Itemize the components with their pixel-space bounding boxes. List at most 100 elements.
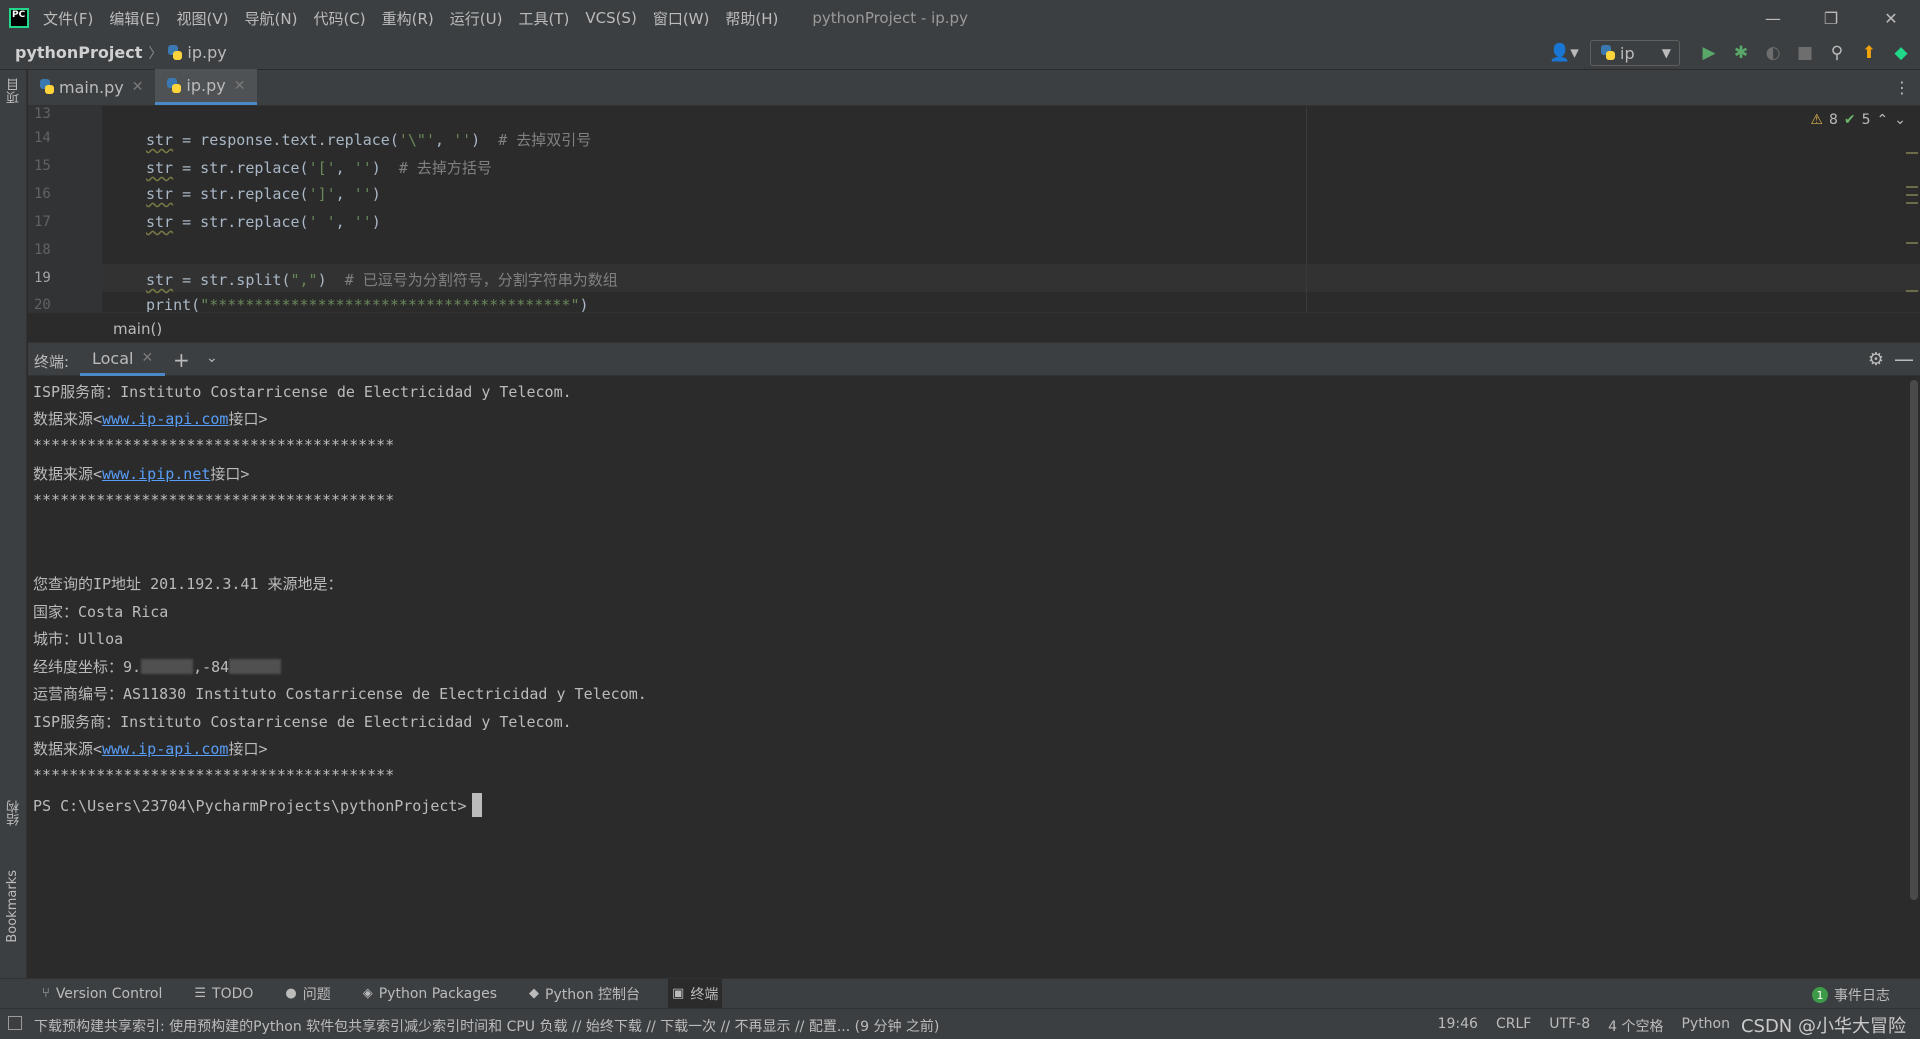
caret-position[interactable]: 19:46 [1438,1016,1478,1036]
code-text: , [435,131,454,149]
indent-setting[interactable]: 4 个空格 [1608,1016,1663,1036]
event-log-button[interactable]: 1 事件日志 [1812,985,1890,1005]
tool-tab-label: TODO [212,985,254,1002]
code-string: '' [353,185,372,203]
code-text: print( [146,296,201,312]
status-message[interactable]: 下载预构建共享索引: 使用预构建的Python 软件包共享索引减少索引时间和 C… [34,1016,939,1036]
interpreter[interactable]: Python [1681,1016,1730,1036]
menu-window[interactable]: 窗口(W) [653,8,710,29]
terminal-prompt-line[interactable]: PS C:\Users\23704\PycharmProjects\python… [33,793,483,817]
chevron-down-icon[interactable]: ⌄ [206,350,218,366]
line-separator[interactable]: CRLF [1496,1016,1531,1036]
tool-window-bar: ⑂ Version Control ☰ TODO ● 问题 ◈ Python Packa… [0,978,1920,1009]
run-configuration-select[interactable]: ip ▼ [1590,40,1680,66]
event-count-badge: 1 [1812,987,1828,1003]
scroll-marker [1906,194,1918,196]
terminal-line: 城市：Ulloa [33,630,124,648]
menu-edit[interactable]: 编辑(E) [109,8,160,29]
code-text: ) [471,131,499,149]
ipip-link[interactable]: www.ipip.net [102,465,210,483]
restore-icon[interactable]: ❐ [1802,0,1860,36]
project-tool-label[interactable]: 项目 [5,78,24,104]
menu-run[interactable]: 运行(U) [450,8,503,29]
warning-count: 8 [1828,112,1838,128]
menu-refactor[interactable]: 重构(R) [382,8,434,29]
menu-help[interactable]: 帮助(H) [725,8,778,29]
close-tab-icon[interactable]: ✕ [132,79,144,95]
tab-label: ip.py [186,76,226,95]
window-title: pythonProject - ip.py [812,9,968,27]
code-string: '' [453,131,472,149]
code-text: ) [371,213,381,231]
close-icon[interactable]: ✕ [1862,0,1920,36]
bookmarks-tool-label[interactable]: Bookmarks [5,870,20,943]
terminal-output[interactable]: ISP服务商：Instituto Costarricense de Electr… [28,376,1920,977]
code-string: "," [290,271,318,289]
file-encoding[interactable]: UTF-8 [1549,1016,1590,1036]
redacted-block [229,659,282,674]
code-line-19: str = str.split(",") # 已逗号为分割符号，分割字符串为数组 [146,269,618,290]
event-log-label: 事件日志 [1834,988,1890,1004]
tool-tab-python-console[interactable]: ◆ Python 控制台 [525,979,644,1009]
terminal-line: **************************************** [33,436,395,454]
terminal-line: 数据来源<www.ip-api.com接口> [33,408,268,429]
line-number: 14 [34,130,51,146]
code-text: , [335,159,354,177]
menu-code[interactable]: 代码(C) [313,8,365,29]
code-comment: # 去掉方括号 [398,159,492,177]
line-number: 17 [34,214,51,230]
chevron-down-icon[interactable]: ⌄ [1894,112,1906,128]
tool-tab-todo[interactable]: ☰ TODO [190,979,257,1009]
breadcrumb-project[interactable]: pythonProject [15,43,142,62]
editor-scroll-markers[interactable] [1906,106,1920,312]
terminal-icon: ▣ [672,986,685,1001]
menu-navigate[interactable]: 导航(N) [245,8,298,29]
terminal-tab-local[interactable]: Local ✕ [80,343,166,376]
search-icon[interactable]: ⚲ [1824,40,1850,66]
tool-tab-python-packages[interactable]: ◈ Python Packages [359,979,501,1009]
code-var: str [146,159,174,177]
terminal-text: 数据来源< [33,740,103,758]
line-number: 13 [34,106,51,122]
close-tab-icon[interactable]: ✕ [234,78,246,94]
structure-tool-label[interactable]: 结构 [5,800,24,826]
line-number: 20 [34,297,51,312]
code-text: = response.text.replace( [173,131,399,149]
menu-file[interactable]: 文件(F) [43,8,93,29]
toggle-tool-windows-icon[interactable] [8,1016,22,1030]
close-tab-icon[interactable]: ✕ [141,350,153,366]
function-breadcrumb[interactable]: main() [113,320,162,338]
code-editor[interactable]: 13 14 str = response.text.replace('\"', … [28,106,1920,312]
ip-api-link[interactable]: www.ip-api.com [102,740,228,758]
tab-ip-py[interactable]: ip.py ✕ [155,69,258,105]
terminal-scrollbar[interactable] [1910,380,1918,900]
tool-tab-version-control[interactable]: ⑂ Version Control [38,979,166,1009]
tool-tab-terminal[interactable]: ▣ 终端 [668,978,723,1009]
debug-icon[interactable]: ✱ [1728,40,1754,66]
tool-tab-problems[interactable]: ● 问题 [281,979,334,1009]
gear-icon[interactable]: ⚙ [1868,349,1884,370]
menu-tools[interactable]: 工具(T) [518,8,569,29]
menu-view[interactable]: 视图(V) [177,8,229,29]
status-bar: 下载预构建共享索引: 使用预构建的Python 软件包共享索引减少索引时间和 C… [0,1008,1920,1039]
chevron-up-icon[interactable]: ⌃ [1877,112,1889,128]
stop-icon[interactable]: ■ [1792,40,1818,66]
update-icon[interactable]: ⬆ [1856,40,1882,66]
tool-tab-label: Version Control [55,985,163,1002]
more-icon[interactable]: ⋮ [1894,78,1910,97]
hide-panel-icon[interactable]: — [1894,347,1914,371]
run-icon[interactable]: ▶ [1696,40,1722,66]
minimize-icon[interactable]: — [1744,0,1802,36]
code-text: ) [579,296,589,312]
add-terminal-icon[interactable]: + [173,348,190,372]
user-icon[interactable]: 👤▾ [1544,40,1584,66]
list-icon: ☰ [194,986,207,1001]
ip-api-link[interactable]: www.ip-api.com [102,410,228,428]
inspection-widget[interactable]: ⚠ 8 ✔ 5 ⌃ ⌄ [1810,112,1906,128]
breadcrumb-file[interactable]: ip.py [187,43,226,62]
line-number: 19 [34,270,51,286]
menu-vcs[interactable]: VCS(S) [585,9,636,27]
jetbrains-icon[interactable]: ◆ [1888,40,1914,66]
coverage-icon[interactable]: ◐ [1760,40,1786,66]
tab-main-py[interactable]: main.py ✕ [28,69,155,105]
